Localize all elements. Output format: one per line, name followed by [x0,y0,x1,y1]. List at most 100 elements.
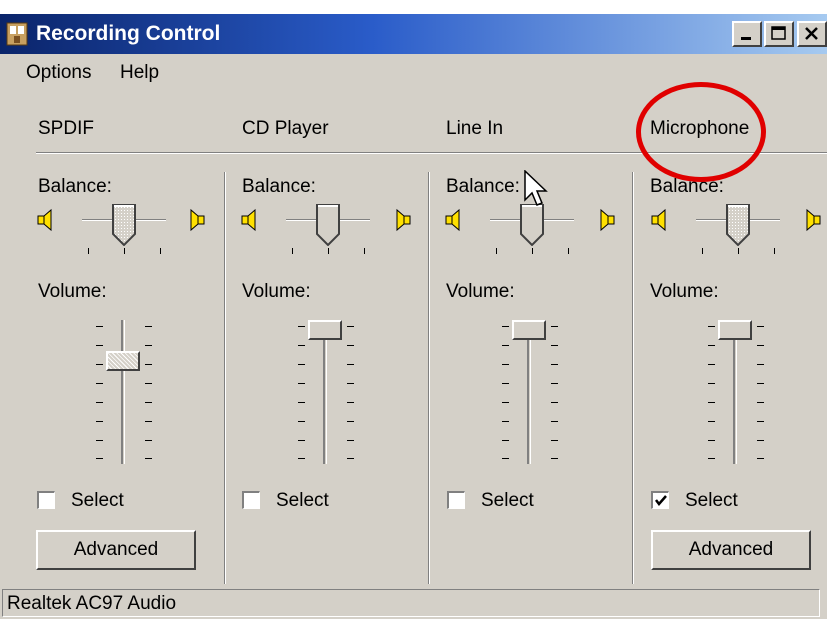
menu-options[interactable]: Options [26,62,91,84]
select-label: Select [481,490,534,511]
volume-tick [708,364,715,365]
annotation-circle [636,82,766,182]
volume-tick [298,326,305,327]
menu-help[interactable]: Help [120,62,159,84]
window-title: Recording Control [36,22,221,45]
volume-tick [502,383,509,384]
status-text: Realtek AC97 Audio [7,593,177,614]
screen-margin [0,0,827,14]
volume-tick [145,364,152,365]
volume-tick [96,440,103,441]
volume-tick [708,421,715,422]
status-bar: Realtek AC97 Audio [0,586,827,619]
advanced-button[interactable]: Advanced [36,530,196,570]
volume-slider-thumb[interactable] [718,320,752,340]
volume-tick [551,421,558,422]
volume-tick [551,364,558,365]
volume-tick [145,345,152,346]
balance-tick [568,248,569,254]
balance-label: Balance: [446,176,520,197]
volume-tick [757,402,764,403]
balance-tick [124,248,125,254]
volume-tick [551,383,558,384]
close-button[interactable] [797,21,827,47]
volume-tick [502,458,509,459]
volume-tick [708,326,715,327]
volume-tick [502,402,509,403]
title-bar[interactable]: Recording Control [0,14,827,54]
speaker-left-icon [445,208,460,232]
speaker-right-icon [600,208,615,232]
volume-tick [502,421,509,422]
select-label: Select [71,490,124,511]
volume-tick [145,440,152,441]
volume-tick [347,421,354,422]
balance-tick [292,248,293,254]
mouse-cursor-icon [524,170,548,206]
balance-tick [496,248,497,254]
speaker-app-icon [6,22,28,46]
volume-slider-thumb[interactable] [512,320,546,340]
volume-tick [757,345,764,346]
volume-tick [347,345,354,346]
column-divider [224,172,226,584]
volume-tick [347,326,354,327]
volume-slider-thumb[interactable] [308,320,342,340]
volume-tick [298,383,305,384]
volume-tick [502,326,509,327]
volume-tick [96,326,103,327]
volume-tick [347,458,354,459]
balance-tick [702,248,703,254]
volume-tick [96,364,103,365]
minimize-button[interactable] [732,21,762,47]
balance-tick [774,248,775,254]
balance-slider-thumb[interactable] [726,204,750,246]
volume-tick [551,440,558,441]
volume-tick [298,421,305,422]
volume-tick [551,402,558,403]
select-checkbox[interactable] [242,491,260,509]
speaker-left-icon [651,208,666,232]
select-checkbox[interactable] [37,491,55,509]
balance-label: Balance: [242,176,316,197]
balance-tick [364,248,365,254]
volume-slider-track [527,320,531,464]
volume-tick [347,402,354,403]
volume-slider-track [733,320,737,464]
volume-tick [298,364,305,365]
select-checkbox[interactable] [447,491,465,509]
balance-tick [88,248,89,254]
balance-tick [160,248,161,254]
balance-slider-thumb[interactable] [316,204,340,246]
speaker-right-icon [190,208,205,232]
advanced-button[interactable]: Advanced [651,530,811,570]
recording-control-window: Recording Control Options Help SPDIF CD … [0,0,827,619]
balance-tick [738,248,739,254]
balance-label: Balance: [38,176,112,197]
volume-tick [708,458,715,459]
volume-label: Volume: [38,281,107,302]
volume-tick [757,440,764,441]
volume-slider-thumb[interactable] [106,351,140,371]
column-title-spdif: SPDIF [38,118,94,139]
balance-slider-thumb[interactable] [112,204,136,246]
maximize-icon [771,26,786,40]
volume-tick [96,345,103,346]
maximize-button[interactable] [764,21,794,47]
volume-tick [145,326,152,327]
speaker-right-icon [806,208,821,232]
volume-label: Volume: [650,281,719,302]
volume-tick [757,458,764,459]
minimize-icon [741,37,751,40]
volume-tick [502,345,509,346]
volume-tick [708,383,715,384]
volume-tick [502,440,509,441]
volume-tick [298,440,305,441]
volume-tick [551,458,558,459]
volume-tick [298,345,305,346]
volume-tick [145,458,152,459]
select-checkbox-checked[interactable] [651,491,669,509]
volume-tick [347,383,354,384]
volume-tick [298,458,305,459]
balance-slider-thumb[interactable] [520,204,544,246]
